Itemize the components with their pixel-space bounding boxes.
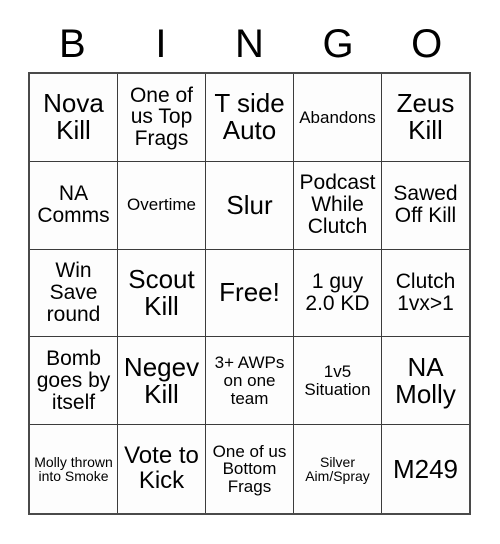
header-letter-o: O <box>411 22 443 66</box>
bingo-cell-label: Scout Kill <box>128 263 195 321</box>
bingo-grid-row: NA Comms Overtime Slur Podcast While Clutch… <box>30 161 469 250</box>
bingo-cell-label: One of us Top Frags <box>129 83 194 151</box>
header-letter-n: N <box>235 22 264 66</box>
bingo-cell[interactable]: Clutch 1vx>1 <box>382 249 469 338</box>
bingo-cell[interactable]: Negev Kill <box>118 337 206 426</box>
bingo-cell[interactable]: 1 guy 2.0 KD <box>294 249 382 338</box>
bingo-cell[interactable]: Nova Kill <box>30 74 118 162</box>
bingo-cell-label: Vote to Kick <box>124 442 199 495</box>
bingo-cell-label: Nova Kill <box>43 88 104 146</box>
bingo-cell[interactable]: Sawed Off Kill <box>382 161 469 250</box>
bingo-cell-label: Negev Kill <box>123 351 200 409</box>
bingo-cell-label: Win Save round <box>46 259 101 326</box>
bingo-cell-label: Molly thrown into Smoke <box>34 453 113 485</box>
bingo-cell-label: Silver Aim/Spray <box>305 453 370 485</box>
bingo-cell-label: 3+ AWPs on one team <box>214 353 285 408</box>
bingo-grid: Nova Kill One of us Top Frags T side Auto A… <box>28 72 471 515</box>
bingo-cell-label: 1v5 Situation <box>304 362 371 399</box>
bingo-cell[interactable]: One of us Top Frags <box>118 74 206 162</box>
bingo-cell[interactable]: NA Comms <box>30 161 118 250</box>
bingo-cell-label: Zeus Kill <box>396 88 455 146</box>
bingo-cell[interactable]: 3+ AWPs on one team <box>206 337 294 426</box>
bingo-cell[interactable]: Silver Aim/Spray <box>294 425 382 513</box>
bingo-cell-label: M249 <box>392 453 459 484</box>
bingo-cell[interactable]: Scout Kill <box>118 249 206 338</box>
bingo-cell[interactable]: T side Auto <box>206 74 294 162</box>
bingo-cell[interactable]: 1v5 Situation <box>294 337 382 426</box>
bingo-cell[interactable]: Vote to Kick <box>118 425 206 513</box>
bingo-grid-row: Nova Kill One of us Top Frags T side Auto A… <box>30 74 469 162</box>
bingo-cell-label: Slur <box>226 189 273 220</box>
bingo-cell[interactable]: Zeus Kill <box>382 74 469 162</box>
bingo-cell[interactable]: Overtime <box>118 161 206 250</box>
bingo-header: B I N G O <box>28 18 471 70</box>
bingo-cell[interactable]: Podcast While Clutch <box>294 161 382 250</box>
bingo-cell-label: T side Auto <box>214 88 285 146</box>
bingo-cell[interactable]: One of us Bottom Frags <box>206 425 294 513</box>
bingo-cell-label: One of us Bottom Frags <box>212 441 287 496</box>
bingo-grid-row: Win Save round Scout Kill Free! 1 guy 2.0 K… <box>30 249 469 338</box>
bingo-cell[interactable]: Molly thrown into Smoke <box>30 425 118 513</box>
bingo-cell[interactable]: M249 <box>382 425 469 513</box>
bingo-cell-label: Clutch 1vx>1 <box>395 270 456 315</box>
bingo-cell-label: 1 guy 2.0 KD <box>305 270 370 315</box>
bingo-grid-row: Bomb goes by itself Negev Kill 3+ AWPs on … <box>30 337 469 426</box>
bingo-cell-label: Free! <box>219 277 280 308</box>
bingo-cell[interactable]: NA Molly <box>382 337 469 426</box>
bingo-cell[interactable]: Bomb goes by itself <box>30 337 118 426</box>
bingo-grid-row: Molly thrown into Smoke Vote to Kick One o… <box>30 425 469 513</box>
bingo-cell[interactable]: Win Save round <box>30 249 118 338</box>
header-letter-g: G <box>322 22 354 66</box>
bingo-cell[interactable]: Abandons <box>294 74 382 162</box>
bingo-cell[interactable]: Free! <box>206 249 294 338</box>
header-letter-b: B <box>58 22 86 66</box>
bingo-cell-label: Overtime <box>127 195 196 215</box>
bingo-cell-label: NA Molly <box>395 351 456 409</box>
bingo-cell-label: NA Comms <box>37 182 110 228</box>
bingo-cell-label: Abandons <box>299 107 376 127</box>
bingo-cell-label: Podcast While Clutch <box>299 171 376 239</box>
bingo-cell[interactable]: Slur <box>206 161 294 250</box>
bingo-card: B I N G O Nova Kill One of us Top Frags T … <box>0 0 500 544</box>
bingo-cell-label: Sawed Off Kill <box>393 182 458 228</box>
header-letter-i: I <box>155 22 167 66</box>
bingo-cell-label: Bomb goes by itself <box>36 347 111 414</box>
